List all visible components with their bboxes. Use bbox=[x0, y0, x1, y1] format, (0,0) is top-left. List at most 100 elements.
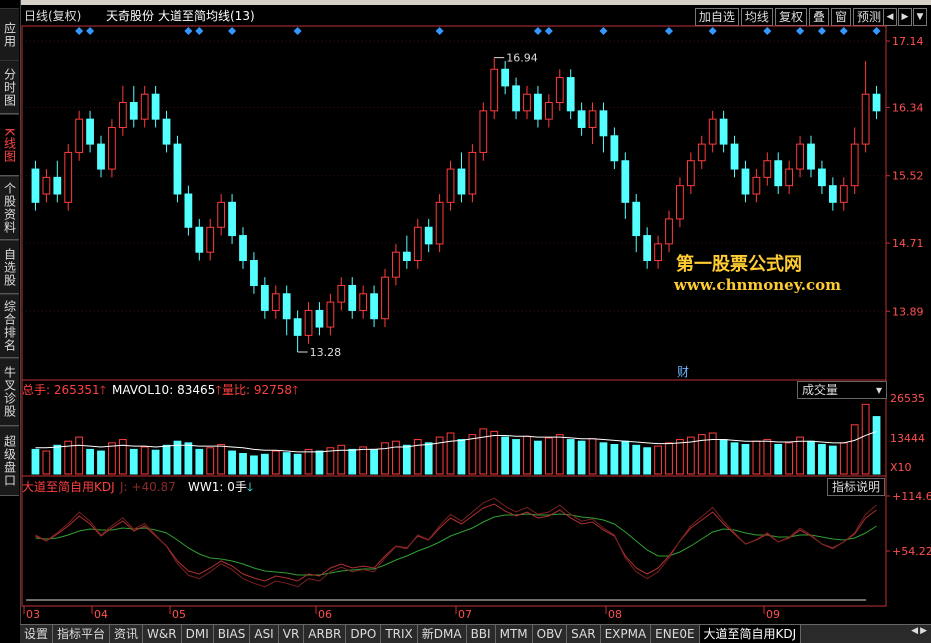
volume-bar bbox=[108, 442, 116, 475]
tab-14[interactable]: OBV bbox=[532, 625, 568, 643]
candle-body bbox=[774, 160, 783, 187]
event-diamond bbox=[763, 27, 772, 35]
candle-body bbox=[42, 176, 51, 195]
tab-7[interactable]: VR bbox=[278, 625, 305, 643]
candle-body bbox=[348, 284, 357, 311]
tab-2[interactable]: 资讯 bbox=[110, 625, 144, 643]
tab-16[interactable]: EXPMA bbox=[600, 625, 652, 643]
tab-17[interactable]: ENE0E bbox=[651, 625, 700, 643]
tab-3[interactable]: W&R bbox=[143, 625, 182, 643]
candle-body bbox=[741, 168, 750, 195]
candle-body bbox=[446, 168, 455, 203]
event-diamond bbox=[544, 27, 553, 35]
volume-dropdown[interactable]: 成交量 ▾ bbox=[797, 381, 887, 399]
tab-4[interactable]: DMI bbox=[181, 625, 214, 643]
month-label: 03 bbox=[26, 608, 40, 621]
candle-body bbox=[337, 284, 346, 303]
volume-bar bbox=[129, 448, 138, 475]
kline-chart[interactable]: 17.14 16.34 15.52 14.71 13.89 16.94 13.28 26535… bbox=[0, 0, 931, 642]
volume-bar bbox=[348, 448, 357, 475]
candle-body bbox=[271, 293, 280, 311]
finance-marker[interactable]: 财 bbox=[677, 363, 689, 380]
candle-body bbox=[544, 102, 553, 120]
volume-bar bbox=[206, 447, 215, 475]
volume-bar bbox=[217, 443, 226, 475]
low-marker: 13.28 bbox=[310, 346, 342, 359]
candle-body bbox=[75, 118, 84, 153]
tab-13[interactable]: MTM bbox=[495, 625, 533, 643]
tab-0[interactable]: 设置 bbox=[20, 625, 54, 643]
kdj-j: J: +40.87 bbox=[120, 480, 176, 494]
indicator-help-button[interactable]: 指标说明 bbox=[827, 478, 886, 496]
volume-bar bbox=[446, 432, 455, 475]
candle-body bbox=[64, 151, 73, 203]
candle-body bbox=[435, 201, 444, 245]
candle-body bbox=[534, 93, 542, 120]
candle-body bbox=[501, 68, 510, 87]
tab-9[interactable]: DPO bbox=[346, 625, 382, 643]
candle-body bbox=[730, 143, 739, 170]
volume-bar bbox=[588, 438, 597, 475]
candle-body bbox=[239, 235, 247, 262]
volume-bar bbox=[861, 403, 870, 475]
tab-10[interactable]: TRIX bbox=[381, 625, 418, 643]
candle-body bbox=[665, 218, 673, 245]
candle-body bbox=[118, 102, 127, 128]
kdj-d-line bbox=[35, 513, 877, 576]
event-diamond bbox=[228, 27, 237, 35]
volume-bar bbox=[785, 442, 794, 475]
candle-body bbox=[588, 110, 597, 128]
tab-1[interactable]: 指标平台 bbox=[53, 625, 111, 643]
volume-bar bbox=[839, 442, 848, 475]
candle-body bbox=[566, 77, 575, 112]
tab-8[interactable]: ARBR bbox=[304, 625, 347, 643]
month-label: 09 bbox=[766, 608, 780, 621]
candle-body bbox=[260, 284, 269, 311]
volume-bar bbox=[162, 444, 171, 475]
volume-ratio: 量比: 92758🡑 bbox=[222, 383, 299, 397]
volume-bar bbox=[796, 436, 804, 475]
candle-body bbox=[818, 168, 826, 187]
volume-bar bbox=[719, 439, 728, 475]
price-axis-label: 14.71 bbox=[892, 237, 924, 250]
candle-body bbox=[359, 293, 368, 311]
candle-body bbox=[31, 168, 40, 203]
volume-bar bbox=[828, 445, 837, 475]
kdj-name: 大道至简自用KDJ bbox=[22, 480, 115, 494]
volume-bar bbox=[577, 440, 586, 475]
tab-11[interactable]: 新DMA bbox=[417, 625, 467, 643]
candle-body bbox=[872, 93, 881, 112]
candle-body bbox=[424, 226, 433, 245]
tab-18[interactable]: 大道至简自用KDJ bbox=[699, 625, 802, 643]
volume-bar bbox=[752, 440, 761, 475]
candle-body bbox=[621, 160, 630, 203]
tab-left-icon[interactable]: ◀ bbox=[911, 626, 918, 636]
event-diamond bbox=[184, 27, 193, 35]
volume-bar bbox=[184, 442, 193, 475]
volume-bar bbox=[643, 447, 652, 475]
kdj-axis-label: +54.22 bbox=[892, 545, 931, 558]
volume-bar bbox=[392, 440, 400, 475]
volume-bar bbox=[293, 453, 302, 475]
candle-body bbox=[392, 251, 400, 278]
tab-5[interactable]: BIAS bbox=[213, 625, 251, 643]
kdj-j-line bbox=[35, 497, 877, 588]
event-diamond bbox=[293, 27, 302, 35]
volume-bar bbox=[468, 434, 477, 475]
tab-scroll: ◀ ▶ bbox=[911, 626, 927, 636]
tab-12[interactable]: BBI bbox=[466, 625, 496, 643]
tab-15[interactable]: SAR bbox=[567, 625, 601, 643]
candle-body bbox=[206, 226, 215, 253]
candle-body bbox=[315, 309, 324, 328]
volume-bar bbox=[872, 416, 881, 475]
volume-axis-label: X10 bbox=[890, 461, 912, 474]
tab-right-icon[interactable]: ▶ bbox=[920, 626, 927, 636]
volume-bar bbox=[610, 443, 619, 475]
volume-bar bbox=[457, 439, 466, 475]
volume-bar bbox=[599, 442, 608, 475]
tab-6[interactable]: ASI bbox=[250, 625, 279, 643]
candle-body bbox=[708, 118, 717, 145]
candle-body bbox=[796, 143, 804, 170]
event-diamond bbox=[708, 27, 717, 35]
candle-body bbox=[512, 85, 520, 112]
